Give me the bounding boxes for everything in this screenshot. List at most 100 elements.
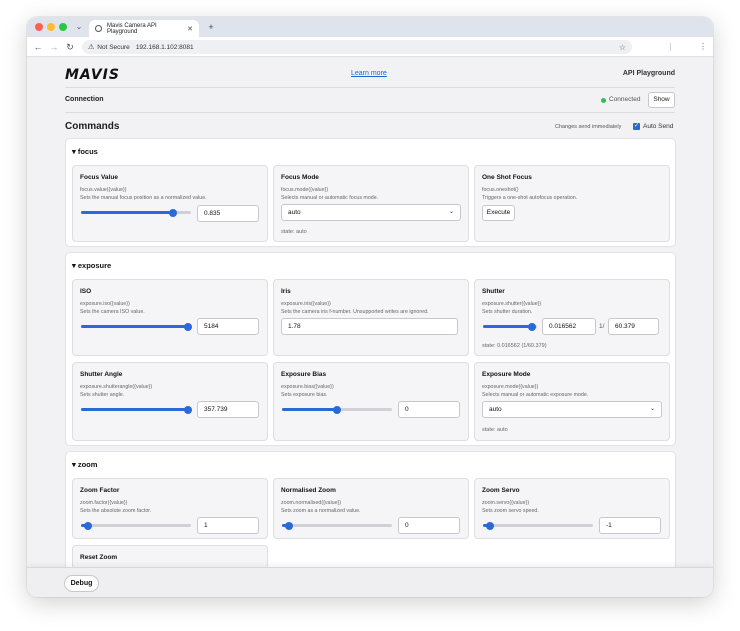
exposure-bias-input[interactable]: 0 bbox=[398, 401, 460, 418]
card-description: Triggers a one-shot autofocus operation. bbox=[482, 195, 578, 201]
select-value: auto bbox=[288, 209, 301, 216]
zoom-servo-input[interactable]: -1 bbox=[599, 517, 661, 534]
shutter-input[interactable]: 0.016562 bbox=[542, 318, 596, 335]
forward-arrow-icon[interactable]: → bbox=[48, 40, 60, 54]
iso-slider[interactable] bbox=[81, 322, 192, 331]
card-description: Sets exposure bias. bbox=[281, 392, 328, 398]
card-description: Sets the manual focus position as a norm… bbox=[80, 195, 207, 201]
exposure-bias-card: Exposure Bias exposure.bias({value}) Set… bbox=[273, 362, 469, 441]
iris-input[interactable]: 1.78 bbox=[281, 318, 458, 335]
debug-button[interactable]: Debug bbox=[64, 575, 99, 592]
card-description: Sets shutter angle. bbox=[80, 392, 125, 398]
card-signature: exposure.shutter({value}) bbox=[482, 301, 542, 307]
focus-value-slider[interactable] bbox=[81, 208, 191, 217]
card-signature: zoom.servo({value}) bbox=[482, 500, 530, 506]
slider-thumb[interactable] bbox=[83, 521, 92, 530]
card-signature: focus.value({value}) bbox=[80, 187, 127, 193]
zoom-factor-input[interactable]: 1 bbox=[197, 517, 259, 534]
back-arrow-icon[interactable]: ← bbox=[32, 40, 44, 54]
close-window-button[interactable] bbox=[35, 23, 43, 31]
mavis-logo: MAVIS bbox=[65, 67, 120, 83]
app-title: API Playground bbox=[622, 70, 675, 77]
card-title: ISO bbox=[80, 288, 92, 295]
close-tab-icon[interactable]: ✕ bbox=[187, 25, 193, 33]
browser-window: ⌄ Mavis Camera API Playground ✕ + ← → ↻ … bbox=[27, 17, 713, 597]
slider-thumb[interactable] bbox=[168, 208, 177, 217]
card-title: Iris bbox=[281, 288, 291, 295]
slider-thumb[interactable] bbox=[485, 521, 494, 530]
tab-title: Mavis Camera API Playground bbox=[107, 22, 157, 35]
card-signature: exposure.bias({value}) bbox=[281, 384, 334, 390]
card-description: Sets the camera ISO value. bbox=[80, 309, 145, 315]
browser-tab[interactable]: Mavis Camera API Playground ✕ bbox=[89, 20, 199, 37]
zoom-servo-slider[interactable] bbox=[483, 521, 593, 530]
card-signature: focus.oneshot() bbox=[482, 187, 519, 193]
card-signature: exposure.mode({value}) bbox=[482, 384, 539, 390]
section-toggle-zoom[interactable]: ▾ zoom bbox=[72, 460, 97, 469]
learn-more-link[interactable]: Learn more bbox=[351, 70, 387, 77]
normalised-zoom-input[interactable]: 0 bbox=[398, 517, 460, 534]
slider-fill bbox=[81, 325, 188, 328]
iso-input[interactable]: 5184 bbox=[197, 318, 259, 335]
shutter-angle-card: Shutter Angle exposure.shutterangle({val… bbox=[72, 362, 268, 441]
card-description: Sets the absolute zoom factor. bbox=[80, 508, 152, 514]
exposure-bias-slider[interactable] bbox=[282, 405, 392, 414]
commands-title: Commands bbox=[65, 121, 120, 132]
new-tab-button[interactable]: + bbox=[205, 20, 217, 34]
slider-fill bbox=[282, 408, 337, 411]
card-title: Shutter Angle bbox=[80, 371, 123, 378]
slider-thumb[interactable] bbox=[183, 405, 192, 414]
auto-send-label: Auto Send bbox=[643, 123, 674, 130]
globe-icon bbox=[95, 25, 102, 32]
card-title: Shutter bbox=[482, 288, 505, 295]
one-shot-focus-card: One Shot Focus focus.oneshot() Triggers … bbox=[474, 165, 670, 242]
shutter-angle-slider[interactable] bbox=[81, 405, 192, 414]
shutter-angle-input[interactable]: 357.739 bbox=[197, 401, 259, 418]
exposure-mode-state: state: auto bbox=[482, 427, 508, 433]
card-signature: exposure.iso({value}) bbox=[80, 301, 130, 307]
card-description: Sets shutter duration. bbox=[482, 309, 533, 315]
normalised-zoom-slider[interactable] bbox=[282, 521, 392, 530]
zoom-window-button[interactable] bbox=[59, 23, 67, 31]
show-connection-button[interactable]: Show bbox=[648, 92, 675, 108]
browser-toolbar: ← → ↻ ⚠ Not Secure 192.168.1.102:8081 ☆ … bbox=[27, 37, 713, 57]
slider-thumb[interactable] bbox=[527, 322, 536, 331]
connected-status-icon bbox=[601, 98, 606, 103]
tab-search-icon[interactable]: ⌄ bbox=[72, 20, 86, 34]
page-content: MAVIS Learn more API Playground Connecti… bbox=[27, 58, 713, 567]
slider-fill bbox=[81, 211, 173, 214]
execute-button[interactable]: Execute bbox=[482, 205, 515, 221]
reload-icon[interactable]: ↻ bbox=[64, 40, 76, 54]
zoom-factor-slider[interactable] bbox=[81, 521, 191, 530]
exposure-mode-select[interactable]: auto ⌄ bbox=[482, 401, 662, 418]
minimize-window-button[interactable] bbox=[47, 23, 55, 31]
auto-send-checkbox[interactable]: ✓ bbox=[633, 123, 640, 130]
shutter-denominator-input[interactable]: 60.379 bbox=[608, 318, 659, 335]
card-signature: exposure.iris({value}) bbox=[281, 301, 331, 307]
bookmark-star-icon[interactable]: ☆ bbox=[619, 43, 626, 52]
shutter-slider[interactable] bbox=[483, 322, 537, 331]
section-toggle-focus[interactable]: ▾ focus bbox=[72, 147, 98, 156]
normalised-zoom-card: Normalised Zoom zoom.normalised({value})… bbox=[273, 478, 469, 539]
slider-thumb[interactable] bbox=[284, 521, 293, 530]
card-title: Normalised Zoom bbox=[281, 487, 336, 494]
card-description: Sets zoom servo speed. bbox=[482, 508, 539, 514]
slider-thumb[interactable] bbox=[183, 322, 192, 331]
card-description: Selects manual or automatic exposure mod… bbox=[482, 392, 589, 398]
section-toggle-exposure[interactable]: ▾ exposure bbox=[72, 261, 111, 270]
iris-card: Iris exposure.iris({value}) Sets the cam… bbox=[273, 279, 469, 356]
changes-note: Changes send immediately bbox=[555, 124, 622, 130]
card-title: Focus Mode bbox=[281, 174, 319, 181]
page-header: MAVIS Learn more API Playground bbox=[65, 58, 675, 88]
browser-menu-icon[interactable]: ⋮ bbox=[699, 40, 707, 54]
connection-status: Connected bbox=[609, 96, 641, 103]
address-bar[interactable]: ⚠ Not Secure 192.168.1.102:8081 ☆ bbox=[82, 40, 632, 54]
slider-thumb[interactable] bbox=[333, 405, 341, 414]
shutter-state: state: 0.016562 (1/60.379) bbox=[482, 343, 547, 349]
zoom-factor-card: Zoom Factor zoom.factor({value}) Sets th… bbox=[72, 478, 268, 539]
card-description: Sets zoom as a normalized value. bbox=[281, 508, 361, 514]
card-signature: exposure.shutterangle({value}) bbox=[80, 384, 153, 390]
focus-value-input[interactable]: 0.835 bbox=[197, 205, 259, 222]
focus-mode-select[interactable]: auto ⌄ bbox=[281, 204, 461, 221]
exposure-section: ▾ exposure ISO exposure.iso({value}) Set… bbox=[65, 252, 676, 446]
